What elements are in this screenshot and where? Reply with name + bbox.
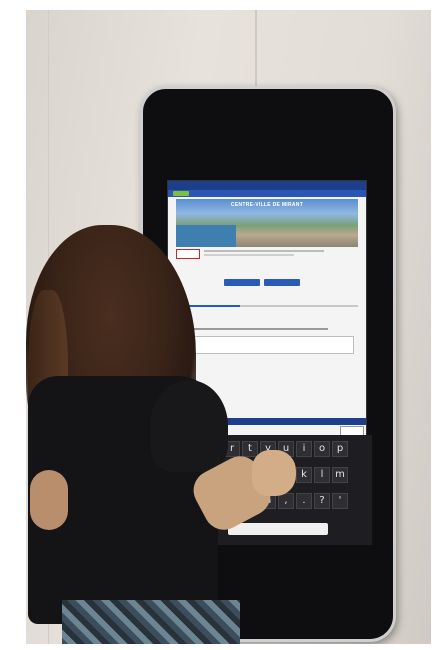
hero-title: CENTRE-VILLE DE MIRANT <box>230 202 304 208</box>
key-2-4[interactable]: . <box>296 493 312 509</box>
person-shorts <box>62 600 240 646</box>
question-text <box>178 328 328 330</box>
person-left-arm <box>30 470 68 530</box>
hero-image: CENTRE-VILLE DE MIRANT <box>176 199 358 247</box>
person-shoulder <box>150 380 228 472</box>
photo-border-bottom <box>0 644 443 650</box>
key-1-5[interactable]: l <box>314 467 330 483</box>
photo-border-right <box>431 0 443 650</box>
key-1-6[interactable]: m <box>332 467 348 483</box>
progress-track <box>176 305 358 307</box>
action-button-2[interactable] <box>264 279 300 286</box>
city-logo <box>176 249 200 259</box>
photo-border-left <box>0 0 26 650</box>
photo-frame: CENTRE-VILLE DE MIRANT rtyuiopfghjklmvbn… <box>0 0 443 650</box>
screen-nav <box>168 190 366 197</box>
logo-icon <box>173 191 189 196</box>
info-text-line <box>204 254 294 256</box>
sea-area <box>176 225 236 247</box>
key-0-4[interactable]: i <box>296 441 312 457</box>
key-2-5[interactable]: ? <box>314 493 330 509</box>
key-0-6[interactable]: p <box>332 441 348 457</box>
info-text-line <box>204 250 324 252</box>
person-hand <box>252 450 296 496</box>
key-0-1[interactable]: t <box>242 441 258 457</box>
photo-border-top <box>0 0 443 10</box>
answer-field[interactable] <box>182 336 354 354</box>
key-1-4[interactable]: k <box>296 467 312 483</box>
screen-topbar <box>168 181 366 190</box>
key-0-5[interactable]: o <box>314 441 330 457</box>
action-button-1[interactable] <box>224 279 260 286</box>
spacebar-key[interactable] <box>228 523 328 535</box>
key-2-6[interactable]: ' <box>332 493 348 509</box>
